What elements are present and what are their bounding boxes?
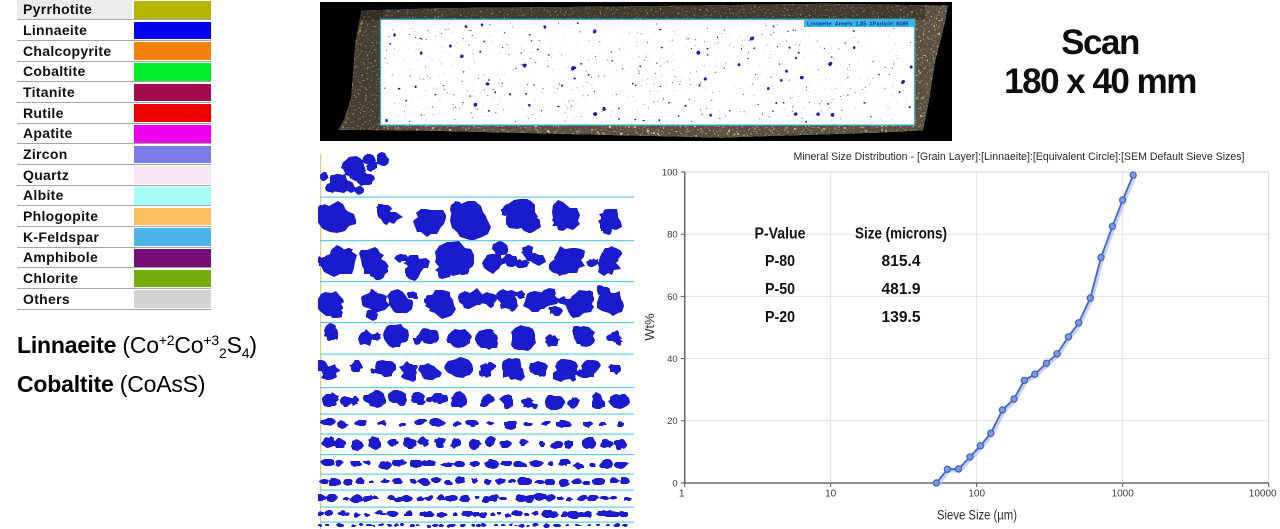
svg-text:Wt%: Wt% <box>642 313 657 341</box>
svg-text:P-80: P-80 <box>765 253 795 270</box>
svg-text:80: 80 <box>667 230 678 241</box>
svg-text:10: 10 <box>825 489 837 500</box>
svg-text:20: 20 <box>667 416 678 427</box>
svg-text:Linnaeite Area%: 1.85 #Parti: Linnaeite Area%: 1.85 #Particle: 6085 <box>807 22 909 28</box>
svg-text:10000: 10000 <box>1249 489 1277 500</box>
svg-text:139.5: 139.5 <box>882 309 921 326</box>
svg-text:1000: 1000 <box>1112 489 1135 500</box>
svg-text:100: 100 <box>968 489 985 500</box>
svg-text:Sieve Size (µm): Sieve Size (µm) <box>937 507 1017 522</box>
svg-text:481.9: 481.9 <box>882 281 921 298</box>
svg-text:0: 0 <box>672 478 677 489</box>
svg-text:P-20: P-20 <box>765 309 795 326</box>
svg-text:40: 40 <box>667 354 678 365</box>
svg-text:P-50: P-50 <box>765 281 795 298</box>
svg-text:1: 1 <box>679 489 685 500</box>
svg-text:Size (microns): Size (microns) <box>855 226 947 243</box>
svg-text:60: 60 <box>667 292 678 303</box>
svg-text:P-Value: P-Value <box>755 226 806 243</box>
svg-text:100: 100 <box>662 167 678 178</box>
svg-text:Mineral Size Distribution - [G: Mineral Size Distribution - [Grain Layer… <box>794 151 1245 163</box>
svg-text:815.4: 815.4 <box>882 253 921 270</box>
